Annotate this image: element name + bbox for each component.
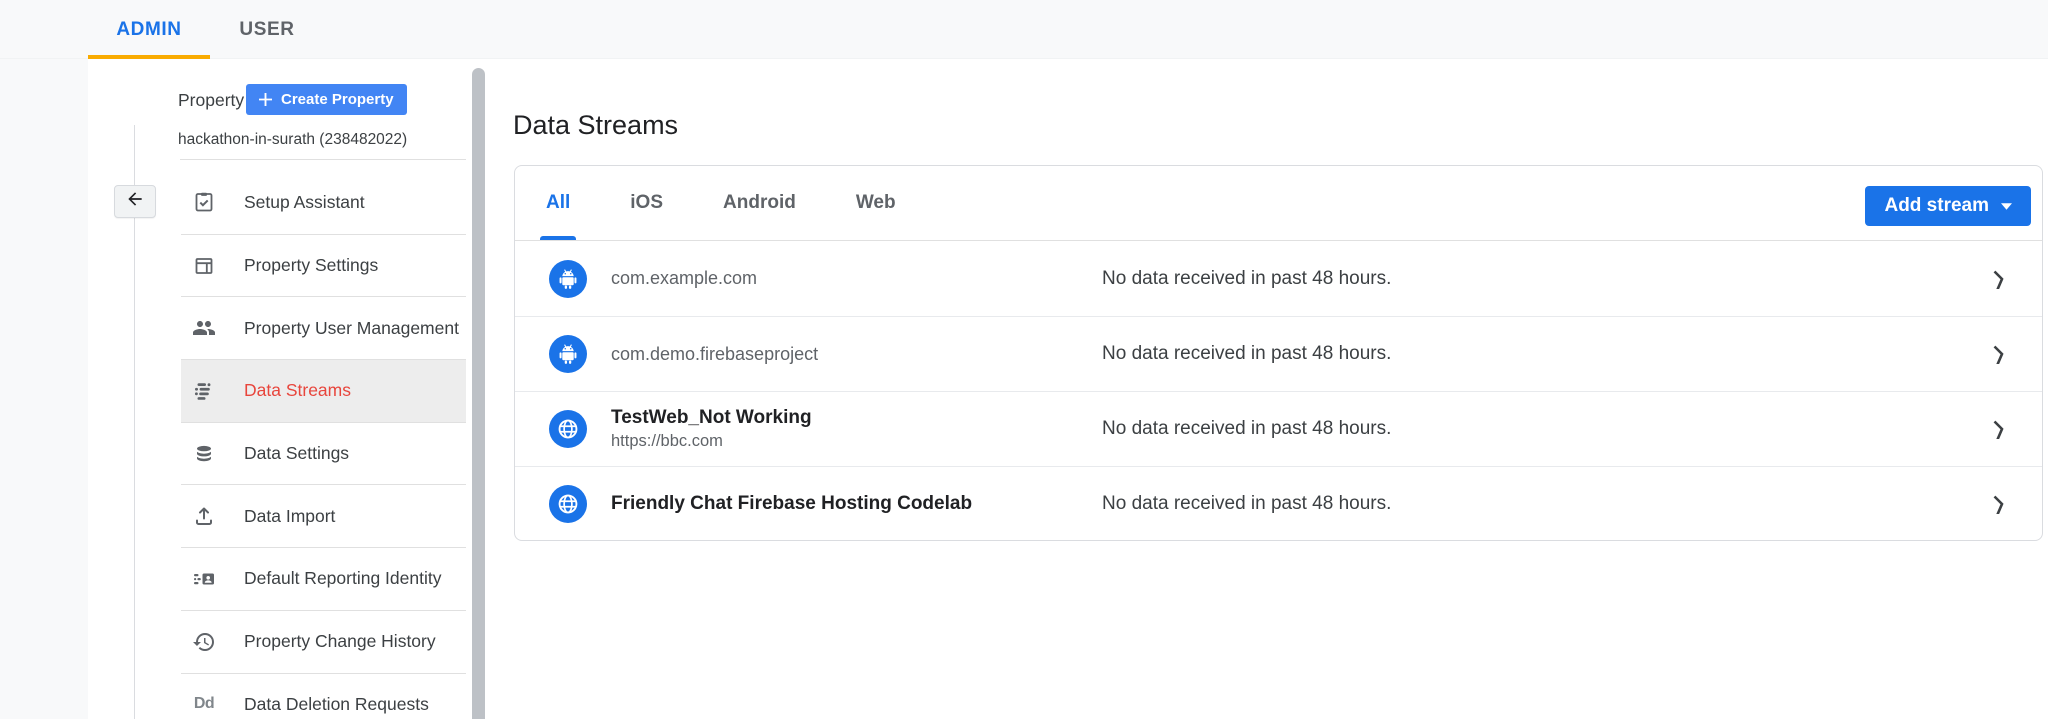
sidebar-item-property-user-management[interactable]: Property User Management xyxy=(181,296,466,359)
chevron-right-icon[interactable] xyxy=(1990,494,2006,514)
people-icon xyxy=(192,316,216,340)
add-stream-label: Add stream xyxy=(1884,195,1989,217)
stream-name: com.example.com xyxy=(611,268,757,289)
sidebar-item-data-streams[interactable]: Data Streams xyxy=(181,359,466,422)
tab-web[interactable]: Web xyxy=(856,166,896,240)
web-stream-icon xyxy=(549,485,587,523)
sidebar-item-label: Property User Management xyxy=(244,318,459,339)
sidebar-item-label: Data Import xyxy=(244,506,335,527)
stream-name: Friendly Chat Firebase Hosting Codelab xyxy=(611,493,972,515)
add-stream-button[interactable]: Add stream xyxy=(1865,186,2031,226)
active-tab-underline xyxy=(88,55,210,59)
setup-assistant-icon xyxy=(192,190,216,214)
stream-name: com.demo.firebaseproject xyxy=(611,344,818,365)
identity-card-icon xyxy=(192,567,216,591)
sidebar-item-label: Default Reporting Identity xyxy=(244,568,441,589)
upload-icon xyxy=(192,504,216,528)
tab-admin[interactable]: ADMIN xyxy=(88,0,210,59)
web-stream-icon xyxy=(549,410,587,448)
property-section-label: Property xyxy=(178,90,244,111)
stream-row[interactable]: TestWeb_Not Working https://bbc.com No d… xyxy=(515,391,2042,466)
tab-user[interactable]: USER xyxy=(212,0,322,59)
sidebar-item-label: Data Settings xyxy=(244,443,349,464)
collapse-panel-button[interactable] xyxy=(114,185,156,218)
history-icon xyxy=(192,630,216,654)
stream-status: No data received in past 48 hours. xyxy=(1102,343,1391,365)
property-name: hackathon-in-surath (238482022) xyxy=(178,131,407,149)
sidebar-item-label: Property Change History xyxy=(244,631,436,652)
create-property-button[interactable]: Create Property xyxy=(246,84,407,115)
sidebar-item-data-import[interactable]: Data Import xyxy=(181,484,466,547)
data-streams-card: All iOS Android Web Add stream com.example.… xyxy=(514,165,2043,541)
stream-name: TestWeb_Not Working xyxy=(611,407,812,429)
sidebar-item-label: Data Deletion Requests xyxy=(244,694,429,715)
stream-row[interactable]: com.example.com No data received in past… xyxy=(515,241,2042,316)
tab-all[interactable]: All xyxy=(546,166,570,240)
tab-android[interactable]: Android xyxy=(723,166,796,240)
sidebar-item-data-settings[interactable]: Data Settings xyxy=(181,422,466,485)
sidebar-item-label: Setup Assistant xyxy=(244,192,365,213)
stream-list: com.example.com No data received in past… xyxy=(515,241,2042,541)
stream-row[interactable]: Friendly Chat Firebase Hosting Codelab N… xyxy=(515,466,2042,541)
android-stream-icon xyxy=(549,335,587,373)
stream-status: No data received in past 48 hours. xyxy=(1102,268,1391,290)
property-settings-icon xyxy=(192,254,216,278)
stream-row[interactable]: com.demo.firebaseproject No data receive… xyxy=(515,316,2042,391)
android-stream-icon xyxy=(549,260,587,298)
sidebar-item-default-reporting-identity[interactable]: Default Reporting Identity xyxy=(181,547,466,610)
sidebar-item-property-settings[interactable]: Property Settings xyxy=(181,234,466,297)
dd-icon: Dd xyxy=(192,692,216,716)
property-menu: Setup Assistant Property Settings Proper… xyxy=(181,171,466,719)
sidebar-item-label: Data Streams xyxy=(244,380,351,401)
plus-icon xyxy=(259,93,272,106)
chevron-right-icon[interactable] xyxy=(1990,344,2006,364)
sidebar-scrollbar[interactable] xyxy=(472,68,485,719)
analytics-admin-page: ADMIN USER Property Create Property hack… xyxy=(0,0,2048,719)
stream-status: No data received in past 48 hours. xyxy=(1102,418,1391,440)
chevron-right-icon[interactable] xyxy=(1990,269,2006,289)
sidebar-item-setup-assistant[interactable]: Setup Assistant xyxy=(181,171,466,234)
stream-status: No data received in past 48 hours. xyxy=(1102,493,1391,515)
chevron-right-icon[interactable] xyxy=(1990,419,2006,439)
create-property-label: Create Property xyxy=(281,91,394,108)
page-title: Data Streams xyxy=(513,110,678,141)
stream-url: https://bbc.com xyxy=(611,432,812,451)
tab-ios[interactable]: iOS xyxy=(630,166,663,240)
sidebar-item-label: Property Settings xyxy=(244,255,378,276)
arrow-left-icon xyxy=(125,189,145,214)
top-tab-bar: ADMIN USER xyxy=(0,0,2048,59)
data-streams-icon xyxy=(192,379,216,403)
left-rail xyxy=(0,59,88,719)
divider xyxy=(180,159,466,160)
stream-filter-tabs: All iOS Android Web Add stream xyxy=(515,166,2042,241)
sidebar-item-data-deletion-requests[interactable]: Dd Data Deletion Requests xyxy=(181,673,466,719)
database-icon xyxy=(192,442,216,466)
caret-down-icon xyxy=(2001,203,2012,210)
sidebar-item-property-change-history[interactable]: Property Change History xyxy=(181,610,466,673)
